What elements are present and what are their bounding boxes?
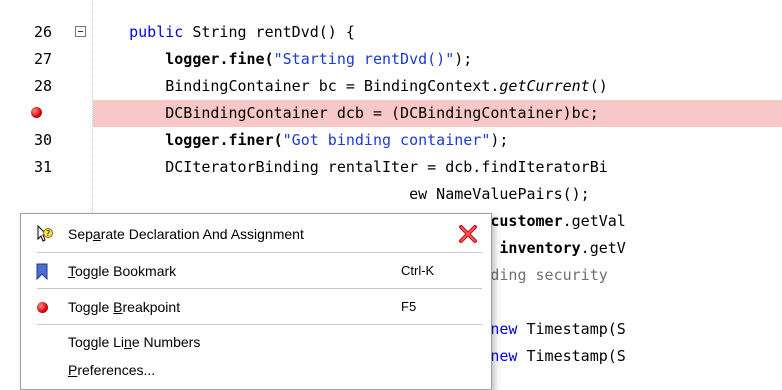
code-token: Timestamp(S xyxy=(517,347,626,365)
menu-item-separate-declaration[interactable]: ? Separate Declaration And Assignment xyxy=(21,219,491,249)
code-token: getCurrent xyxy=(499,77,590,95)
code-token: .finer( xyxy=(219,131,283,149)
menu-separator xyxy=(37,252,482,253)
menu-separator xyxy=(37,324,482,325)
breakpoint-line-code: DCBindingContainer dcb = (DCBindingConta… xyxy=(93,100,782,127)
code-line[interactable]: 27 logger.fine("Starting rentDvd()"); xyxy=(0,46,782,73)
menu-item-label: Preferences... xyxy=(68,362,156,378)
breakpoint-icon xyxy=(37,302,48,313)
code-token: ew NameValuePairs(); xyxy=(93,185,590,203)
line-code: logger.fine("Starting rentDvd()"); xyxy=(93,46,782,73)
code-line[interactable]: 26 public String rentDvd() { xyxy=(0,19,782,46)
menu-item-label: Toggle Line Numbers xyxy=(68,334,201,350)
code-line[interactable]: 28 BindingContainer bc = BindingContext.… xyxy=(0,73,782,100)
line-code: ew NameValuePairs(); xyxy=(93,181,782,208)
code-token: public xyxy=(129,23,184,41)
code-token: DCIteratorBinding rentalIter = dcb.findI… xyxy=(93,158,608,176)
code-token: BindingContainer bc = BindingContext. xyxy=(93,77,500,95)
menu-item-toggle-line-numbers[interactable]: Toggle Line Numbers xyxy=(21,327,491,357)
bookmark-icon xyxy=(36,263,48,280)
code-token: new xyxy=(490,347,518,365)
code-token: .fine( xyxy=(219,50,274,68)
menu-separator xyxy=(37,288,482,289)
code-token: String rentDvd() { xyxy=(183,23,355,41)
close-icon[interactable] xyxy=(457,223,479,245)
line-number: 26 xyxy=(33,23,52,41)
menu-shortcut: Ctrl-K xyxy=(401,263,435,278)
breakpoint-icon[interactable] xyxy=(31,107,42,118)
code-token: .getVal xyxy=(562,212,626,230)
line-code: public String rentDvd() { xyxy=(93,19,782,46)
menu-item-label: Toggle Bookmark xyxy=(68,263,177,279)
code-line[interactable]: DCBindingContainer dcb = (DCBindingConta… xyxy=(0,100,782,127)
fold-toggle-icon[interactable] xyxy=(75,26,86,37)
menu-item-label: Toggle Breakpoint xyxy=(68,299,181,315)
menu-shortcut: F5 xyxy=(401,299,417,314)
context-menu: ? Separate Declaration And Assignment To… xyxy=(20,213,492,390)
menu-item-toggle-bookmark[interactable]: Toggle Bookmark Ctrl-K xyxy=(21,256,491,286)
line-code: logger.finer("Got binding container"); xyxy=(93,127,782,154)
line-number: 31 xyxy=(33,158,52,176)
code-token: ); xyxy=(454,50,473,68)
code-token: .getV xyxy=(580,239,626,257)
code-line[interactable]: 31 DCIteratorBinding rentalIter = dcb.fi… xyxy=(0,154,782,181)
line-code: BindingContainer bc = BindingContext.get… xyxy=(93,73,782,100)
line-number: 28 xyxy=(33,77,52,95)
code-token: () xyxy=(589,77,608,95)
code-token: inventory xyxy=(499,239,581,257)
line-number: 30 xyxy=(33,131,52,149)
code-token: customer xyxy=(490,212,563,230)
code-token: Timestamp(S xyxy=(517,320,626,338)
code-token: "Got binding container" xyxy=(282,131,491,149)
bulb-icon: ? xyxy=(37,224,53,242)
menu-item-preferences[interactable]: Preferences... xyxy=(21,355,491,385)
code-token: logger xyxy=(165,50,220,68)
code-token: ); xyxy=(490,131,509,149)
line-number: 27 xyxy=(33,50,52,68)
menu-item-toggle-breakpoint[interactable]: Toggle Breakpoint F5 xyxy=(21,292,491,322)
code-token: logger xyxy=(165,131,220,149)
code-token: DCBindingContainer dcb = (DCBindingConta… xyxy=(93,104,599,122)
code-line[interactable]: ew NameValuePairs(); xyxy=(0,181,782,208)
line-code: DCIteratorBinding rentalIter = dcb.findI… xyxy=(93,154,782,181)
code-token: new xyxy=(490,320,518,338)
menu-item-label: Separate Declaration And Assignment xyxy=(68,226,304,242)
code-token: "Starting rentDvd()" xyxy=(273,50,455,68)
code-line[interactable]: 30 logger.finer("Got binding container")… xyxy=(0,127,782,154)
svg-text:?: ? xyxy=(46,229,50,238)
